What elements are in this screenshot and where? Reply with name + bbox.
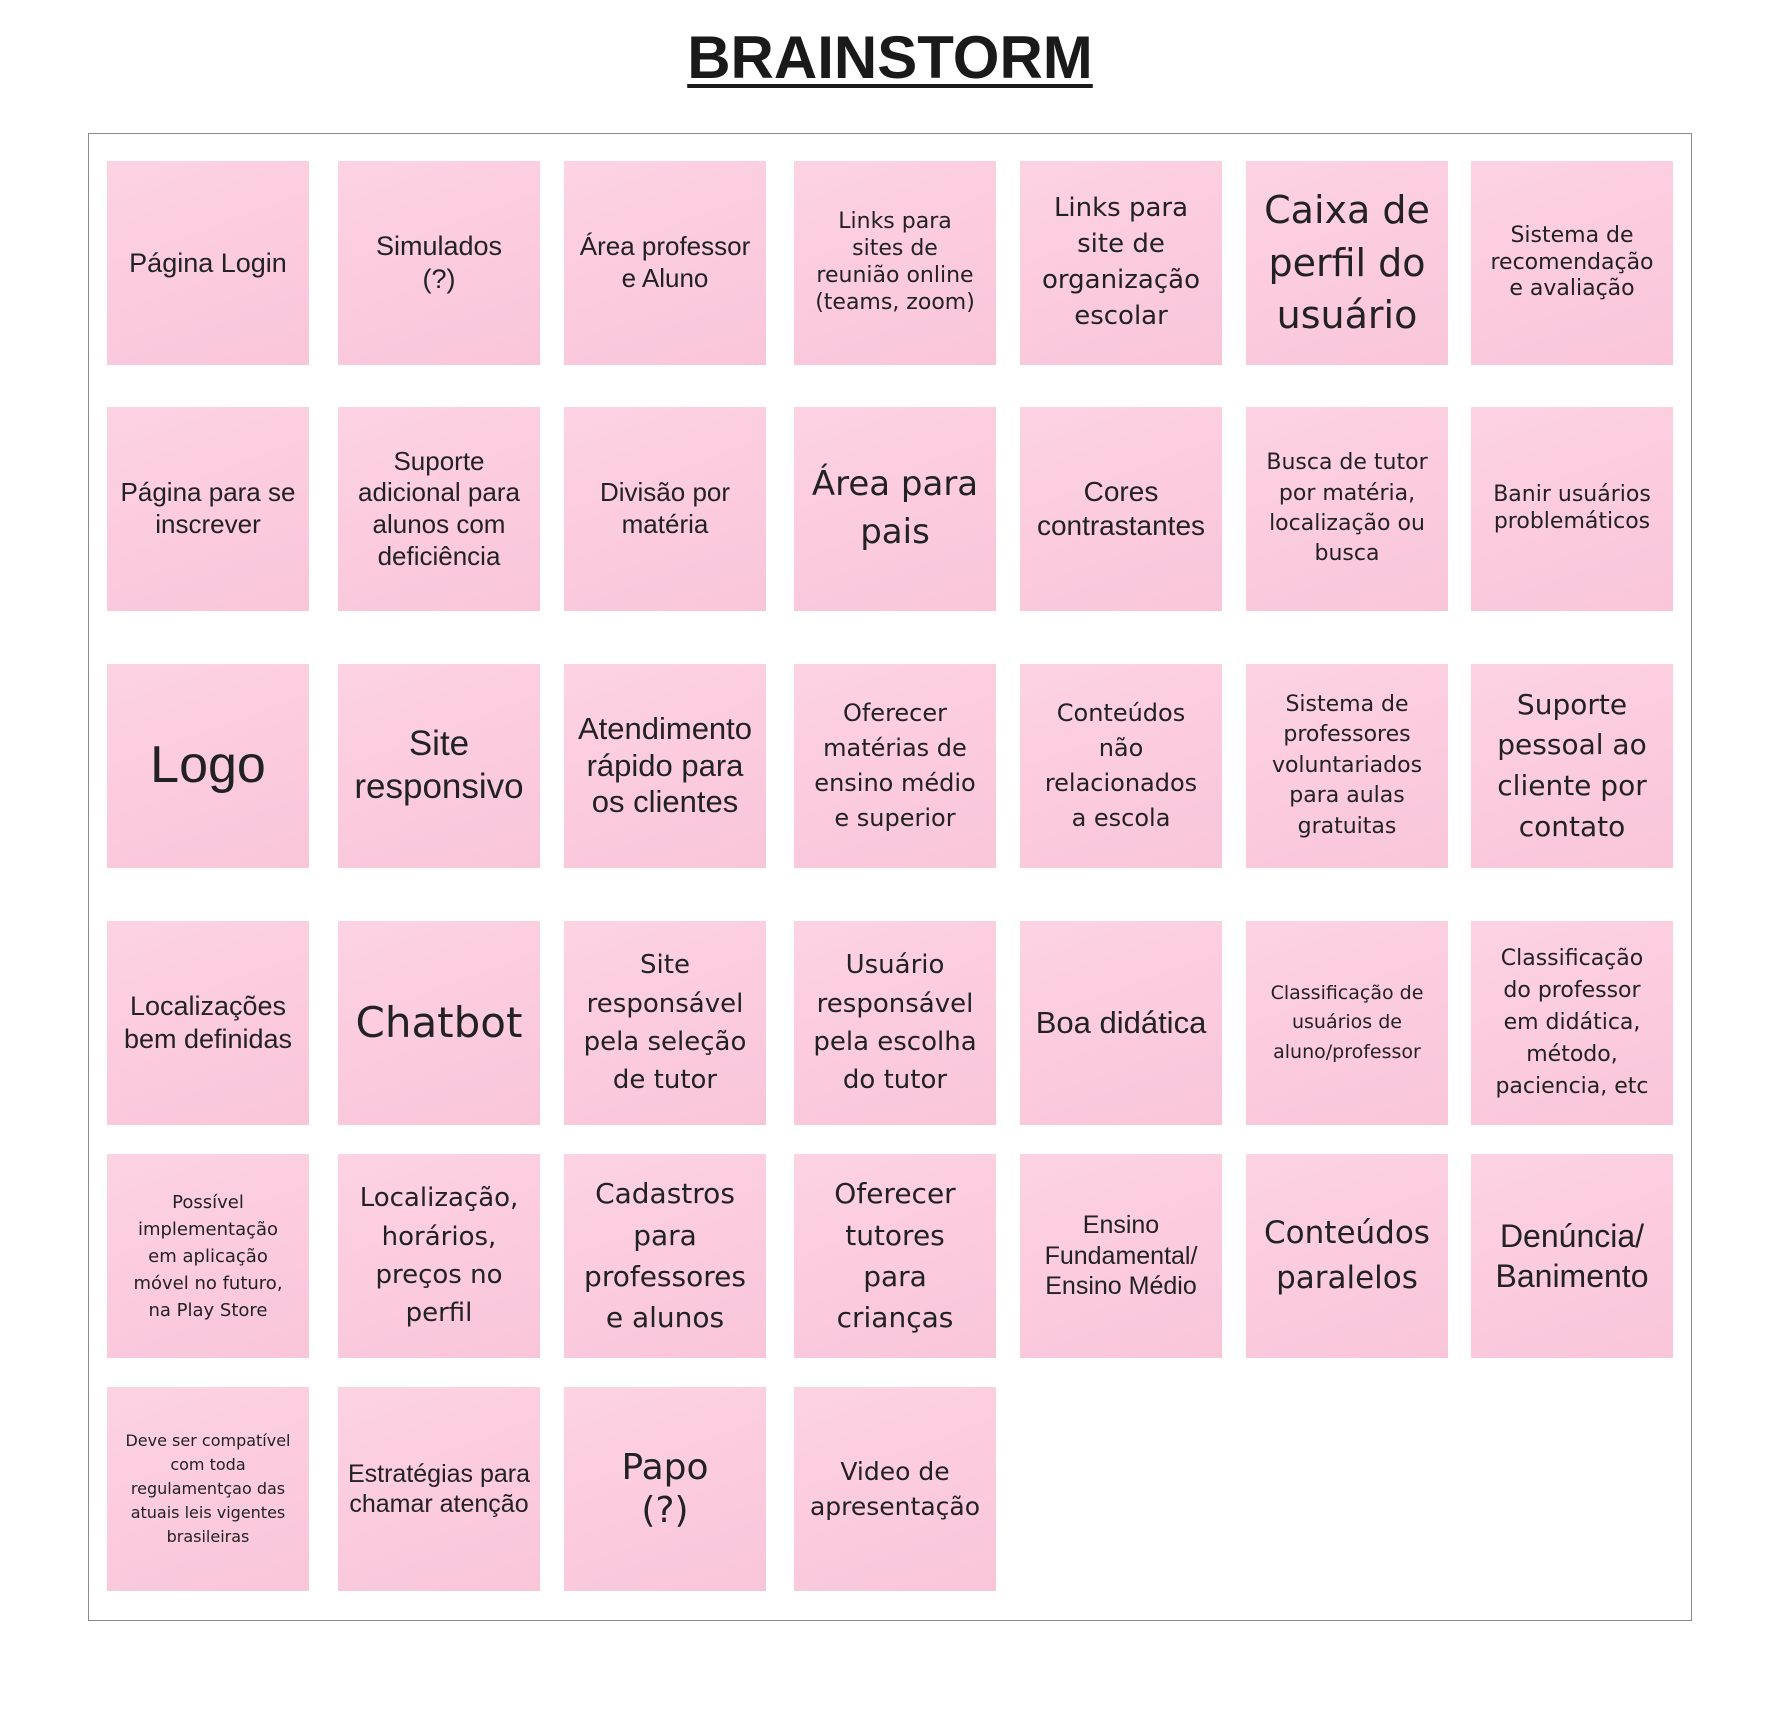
sticky-note[interactable]: Video de apresentação <box>794 1387 996 1603</box>
sticky-note-text: Usuário responsável pela escolha do tuto… <box>813 950 977 1096</box>
brainstorm-board: Página Login Simulados (?) Área professo… <box>88 133 1692 1621</box>
sticky-note-text: Área para pais <box>811 464 979 552</box>
sticky-note[interactable]: Caixa de perfil do usuário <box>1246 161 1448 377</box>
sticky-note[interactable]: Classificação de usuários de aluno/profe… <box>1246 921 1448 1137</box>
sticky-note[interactable]: Papo (?) <box>564 1387 766 1603</box>
sticky-note[interactable]: Oferecer matérias de ensino médio e supe… <box>794 664 996 880</box>
sticky-note-text: Papo (?) <box>621 1446 709 1531</box>
sticky-note[interactable]: Logo <box>107 664 309 880</box>
sticky-note[interactable]: Banir usuários problemáticos <box>1471 407 1673 623</box>
sticky-note-text: Deve ser compatível com toda regulamentç… <box>125 1431 291 1546</box>
sticky-note[interactable]: Sistema de recomendação e avaliação <box>1471 161 1673 377</box>
sticky-note[interactable]: Página Login <box>107 161 309 377</box>
sticky-note[interactable]: Ensino Fundamental/ Ensino Médio <box>1020 1154 1222 1370</box>
sticky-note[interactable]: Localizações bem definidas <box>107 921 309 1137</box>
sticky-note-text: Links para sites de reunião online (team… <box>815 209 975 315</box>
sticky-note-text: Caixa de perfil do usuário <box>1264 188 1430 338</box>
sticky-note-text: Suporte pessoal ao cliente por contato <box>1497 687 1647 843</box>
sticky-note-text: Boa didática <box>1035 1005 1207 1041</box>
sticky-note[interactable]: Atendimento rápido para os clientes <box>564 664 766 880</box>
sticky-note-text: Logo <box>150 736 266 795</box>
sticky-note[interactable]: Conteúdos não relacionados a escola <box>1020 664 1222 880</box>
sticky-note[interactable]: Usuário responsável pela escolha do tuto… <box>794 921 996 1137</box>
sticky-note[interactable]: Estratégias para chamar atenção <box>338 1387 540 1603</box>
sticky-note-text: Classificação do professor em didática, … <box>1495 946 1649 1099</box>
sticky-note-text: Site responsável pela seleção de tutor <box>583 950 747 1096</box>
page-title: BRAINSTORM <box>687 24 1093 91</box>
sticky-note-text: Denúncia/ Banimento <box>1495 1218 1649 1294</box>
sticky-note[interactable]: Sistema de professores voluntariados par… <box>1246 664 1448 880</box>
sticky-note-text: Cores contrastantes <box>1036 475 1206 541</box>
sticky-note[interactable]: Suporte pessoal ao cliente por contato <box>1471 664 1673 880</box>
sticky-note[interactable]: Conteúdos paralelos <box>1246 1154 1448 1370</box>
sticky-note-text: Video de apresentação <box>809 1457 981 1521</box>
sticky-note-text: Divisão por matéria <box>599 477 731 539</box>
sticky-note-text: Conteúdos não relacionados a escola <box>1044 699 1198 832</box>
sticky-note-text: Banir usuários problemáticos <box>1493 482 1651 534</box>
sticky-note[interactable]: Chatbot <box>338 921 540 1137</box>
sticky-note[interactable]: Possível implementação em aplicação móve… <box>107 1154 309 1370</box>
sticky-note[interactable]: Links para site de organização escolar <box>1020 161 1222 377</box>
sticky-note[interactable]: Deve ser compatível com toda regulamentç… <box>107 1387 309 1603</box>
sticky-note-text: Links para site de organização escolar <box>1042 193 1200 331</box>
sticky-note-text: Área professor e Aluno <box>579 231 751 293</box>
sticky-note[interactable]: Site responsável pela seleção de tutor <box>564 921 766 1137</box>
sticky-note[interactable]: Localização, horários, preços no perfil <box>338 1154 540 1370</box>
sticky-note[interactable]: Divisão por matéria <box>564 407 766 623</box>
sticky-note-text: Busca de tutor por matéria, localização … <box>1266 450 1428 567</box>
sticky-note-text: Oferecer tutores para crianças <box>834 1177 956 1335</box>
sticky-note[interactable]: Suporte adicional para alunos com defici… <box>338 407 540 623</box>
sticky-note[interactable]: Denúncia/ Banimento <box>1471 1154 1673 1370</box>
sticky-note-text: Oferecer matérias de ensino médio e supe… <box>814 699 976 832</box>
sticky-note-text: Atendimento rápido para os clientes <box>577 711 753 820</box>
sticky-note[interactable]: Simulados (?) <box>338 161 540 377</box>
sticky-note-text: Site responsivo <box>354 724 524 806</box>
sticky-note[interactable]: Oferecer tutores para crianças <box>794 1154 996 1370</box>
sticky-note-text: Classificação de usuários de aluno/profe… <box>1270 981 1424 1063</box>
sticky-note[interactable]: Busca de tutor por matéria, localização … <box>1246 407 1448 623</box>
sticky-note-text: Estratégias para chamar atenção <box>347 1459 531 1519</box>
sticky-note[interactable]: Página para se inscrever <box>107 407 309 623</box>
sticky-note-text: Simulados (?) <box>375 231 503 294</box>
sticky-note-text: Ensino Fundamental/ Ensino Médio <box>1044 1211 1198 1301</box>
sticky-note[interactable]: Cores contrastantes <box>1020 407 1222 623</box>
sticky-note-text: Suporte adicional para alunos com defici… <box>358 445 520 571</box>
sticky-note-text: Sistema de professores voluntariados par… <box>1271 692 1423 839</box>
sticky-note-text: Localizações bem definidas <box>123 991 293 1054</box>
sticky-note-text: Chatbot <box>355 998 523 1048</box>
sticky-note-text: Localização, horários, preços no perfil <box>359 1183 519 1329</box>
sticky-note-text: Possível implementação em aplicação móve… <box>133 1191 283 1321</box>
sticky-note-text: Conteúdos paralelos <box>1264 1215 1430 1296</box>
sticky-note[interactable]: Boa didática <box>1020 921 1222 1137</box>
sticky-note[interactable]: Links para sites de reunião online (team… <box>794 161 996 377</box>
sticky-note[interactable]: Cadastros para professores e alunos <box>564 1154 766 1370</box>
sticky-note-text: Sistema de recomendação e avaliação <box>1490 222 1654 302</box>
sticky-note[interactable]: Área para pais <box>794 407 996 623</box>
sticky-note[interactable]: Site responsivo <box>338 664 540 880</box>
sticky-note[interactable]: Classificação do professor em didática, … <box>1471 921 1673 1137</box>
sticky-note[interactable]: Área professor e Aluno <box>564 161 766 377</box>
sticky-note-text: Cadastros para professores e alunos <box>584 1177 746 1335</box>
sticky-note-text: Página para se inscrever <box>120 477 296 539</box>
sticky-note-text: Página Login <box>129 247 287 278</box>
